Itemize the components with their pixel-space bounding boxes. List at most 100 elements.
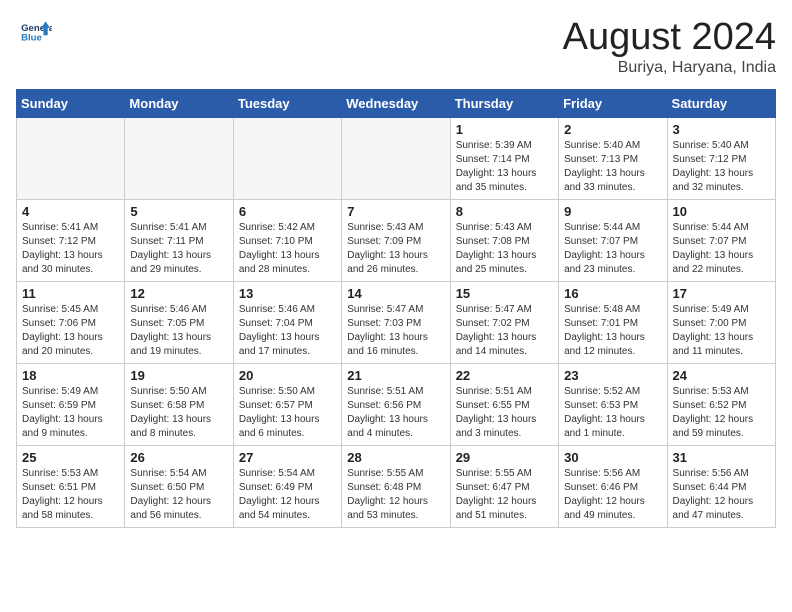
week-row-1: 1 Sunrise: 5:39 AM Sunset: 7:14 PM Daylig…: [17, 118, 776, 200]
calendar-cell: 9 Sunrise: 5:44 AM Sunset: 7:07 PM Daylig…: [559, 200, 667, 282]
calendar-cell: [233, 118, 341, 200]
logo-icon: General Blue: [20, 16, 52, 48]
calendar-cell: 19 Sunrise: 5:50 AM Sunset: 6:58 PM Dayli…: [125, 364, 233, 446]
week-row-3: 11 Sunrise: 5:45 AM Sunset: 7:06 PM Dayli…: [17, 282, 776, 364]
cell-info: Sunrise: 5:54 AM Sunset: 6:49 PM Dayligh…: [239, 467, 336, 523]
calendar-cell: 8Sunrise: 5:43 AM Sunset: 7:08 PM Daylig…: [450, 200, 558, 282]
cell-info: Sunrise: 5:40 AM Sunset: 7:12 PM Dayligh…: [673, 139, 770, 195]
cell-info: Sunrise: 5:48 AM Sunset: 7:01 PM Dayligh…: [564, 303, 661, 359]
calendar-cell: 18 Sunrise: 5:49 AM Sunset: 6:59 PM Dayli…: [17, 364, 125, 446]
day-number: 3: [673, 122, 770, 137]
day-number: 10: [673, 204, 770, 219]
cell-info: Sunrise: 5:39 AM Sunset: 7:14 PM Dayligh…: [456, 139, 553, 195]
calendar-cell: 4Sunrise: 5:41 AM Sunset: 7:12 PM Daylig…: [17, 200, 125, 282]
day-number: 28: [347, 450, 444, 465]
cell-info: Sunrise: 5:43 AM Sunset: 7:09 PM Dayligh…: [347, 221, 444, 277]
title-block: August 2024 Buriya, Haryana, India: [563, 16, 776, 77]
calendar-cell: 10Sunrise: 5:44 AM Sunset: 7:07 PM Dayli…: [667, 200, 775, 282]
location: Buriya, Haryana, India: [563, 59, 776, 77]
cell-info: Sunrise: 5:42 AM Sunset: 7:10 PM Dayligh…: [239, 221, 336, 277]
calendar-cell: 6 Sunrise: 5:42 AM Sunset: 7:10 PM Daylig…: [233, 200, 341, 282]
calendar-cell: 2Sunrise: 5:40 AM Sunset: 7:13 PM Daylig…: [559, 118, 667, 200]
day-number: 1: [456, 122, 553, 137]
day-number: 20: [239, 368, 336, 383]
day-number: 22: [456, 368, 553, 383]
cell-info: Sunrise: 5:53 AM Sunset: 6:51 PM Dayligh…: [22, 467, 119, 523]
calendar-cell: 26 Sunrise: 5:54 AM Sunset: 6:50 PM Dayli…: [125, 446, 233, 528]
weekday-header-monday: Monday: [125, 90, 233, 118]
day-number: 14: [347, 286, 444, 301]
cell-info: Sunrise: 5:40 AM Sunset: 7:13 PM Dayligh…: [564, 139, 661, 195]
day-number: 5: [130, 204, 227, 219]
weekday-header-tuesday: Tuesday: [233, 90, 341, 118]
cell-info: Sunrise: 5:46 AM Sunset: 7:05 PM Dayligh…: [130, 303, 227, 359]
calendar-cell: 17 Sunrise: 5:49 AM Sunset: 7:00 PM Dayli…: [667, 282, 775, 364]
cell-info: Sunrise: 5:43 AM Sunset: 7:08 PM Dayligh…: [456, 221, 553, 277]
cell-info: Sunrise: 5:54 AM Sunset: 6:50 PM Dayligh…: [130, 467, 227, 523]
calendar-cell: 24Sunrise: 5:53 AM Sunset: 6:52 PM Dayli…: [667, 364, 775, 446]
day-number: 13: [239, 286, 336, 301]
cell-info: Sunrise: 5:47 AM Sunset: 7:02 PM Dayligh…: [456, 303, 553, 359]
calendar-cell: 15 Sunrise: 5:47 AM Sunset: 7:02 PM Dayli…: [450, 282, 558, 364]
day-number: 11: [22, 286, 119, 301]
logo: General Blue: [16, 16, 52, 48]
day-number: 9: [564, 204, 661, 219]
cell-info: Sunrise: 5:46 AM Sunset: 7:04 PM Dayligh…: [239, 303, 336, 359]
cell-info: Sunrise: 5:55 AM Sunset: 6:48 PM Dayligh…: [347, 467, 444, 523]
day-number: 25: [22, 450, 119, 465]
weekday-header-saturday: Saturday: [667, 90, 775, 118]
cell-info: Sunrise: 5:56 AM Sunset: 6:44 PM Dayligh…: [673, 467, 770, 523]
cell-info: Sunrise: 5:41 AM Sunset: 7:12 PM Dayligh…: [22, 221, 119, 277]
calendar-cell: 11 Sunrise: 5:45 AM Sunset: 7:06 PM Dayli…: [17, 282, 125, 364]
calendar-cell: 22 Sunrise: 5:51 AM Sunset: 6:55 PM Dayli…: [450, 364, 558, 446]
weekday-header-row: SundayMondayTuesdayWednesdayThursdayFrid…: [17, 90, 776, 118]
day-number: 30: [564, 450, 661, 465]
cell-info: Sunrise: 5:51 AM Sunset: 6:55 PM Dayligh…: [456, 385, 553, 441]
day-number: 16: [564, 286, 661, 301]
day-number: 15: [456, 286, 553, 301]
weekday-header-friday: Friday: [559, 90, 667, 118]
calendar-cell: 29 Sunrise: 5:55 AM Sunset: 6:47 PM Dayli…: [450, 446, 558, 528]
cell-info: Sunrise: 5:49 AM Sunset: 6:59 PM Dayligh…: [22, 385, 119, 441]
cell-info: Sunrise: 5:55 AM Sunset: 6:47 PM Dayligh…: [456, 467, 553, 523]
day-number: 29: [456, 450, 553, 465]
day-number: 21: [347, 368, 444, 383]
calendar-cell: 31 Sunrise: 5:56 AM Sunset: 6:44 PM Dayli…: [667, 446, 775, 528]
cell-info: Sunrise: 5:53 AM Sunset: 6:52 PM Dayligh…: [673, 385, 770, 441]
weekday-header-sunday: Sunday: [17, 90, 125, 118]
cell-info: Sunrise: 5:45 AM Sunset: 7:06 PM Dayligh…: [22, 303, 119, 359]
day-number: 12: [130, 286, 227, 301]
day-number: 23: [564, 368, 661, 383]
calendar-cell: 27 Sunrise: 5:54 AM Sunset: 6:49 PM Dayli…: [233, 446, 341, 528]
calendar-cell: 20 Sunrise: 5:50 AM Sunset: 6:57 PM Dayli…: [233, 364, 341, 446]
day-number: 19: [130, 368, 227, 383]
day-number: 26: [130, 450, 227, 465]
calendar-cell: 7Sunrise: 5:43 AM Sunset: 7:09 PM Daylig…: [342, 200, 450, 282]
calendar-cell: 25 Sunrise: 5:53 AM Sunset: 6:51 PM Dayli…: [17, 446, 125, 528]
cell-info: Sunrise: 5:52 AM Sunset: 6:53 PM Dayligh…: [564, 385, 661, 441]
day-number: 17: [673, 286, 770, 301]
cell-info: Sunrise: 5:50 AM Sunset: 6:57 PM Dayligh…: [239, 385, 336, 441]
cell-info: Sunrise: 5:44 AM Sunset: 7:07 PM Dayligh…: [564, 221, 661, 277]
calendar-cell: 12 Sunrise: 5:46 AM Sunset: 7:05 PM Dayli…: [125, 282, 233, 364]
week-row-5: 25 Sunrise: 5:53 AM Sunset: 6:51 PM Dayli…: [17, 446, 776, 528]
calendar-cell: [17, 118, 125, 200]
calendar-cell: 21Sunrise: 5:51 AM Sunset: 6:56 PM Dayli…: [342, 364, 450, 446]
calendar-cell: 30Sunrise: 5:56 AM Sunset: 6:46 PM Dayli…: [559, 446, 667, 528]
cell-info: Sunrise: 5:49 AM Sunset: 7:00 PM Dayligh…: [673, 303, 770, 359]
day-number: 31: [673, 450, 770, 465]
calendar-cell: 14 Sunrise: 5:47 AM Sunset: 7:03 PM Dayli…: [342, 282, 450, 364]
calendar-cell: 23 Sunrise: 5:52 AM Sunset: 6:53 PM Dayli…: [559, 364, 667, 446]
day-number: 18: [22, 368, 119, 383]
week-row-2: 4Sunrise: 5:41 AM Sunset: 7:12 PM Daylig…: [17, 200, 776, 282]
month-title: August 2024: [563, 16, 776, 59]
cell-info: Sunrise: 5:50 AM Sunset: 6:58 PM Dayligh…: [130, 385, 227, 441]
day-number: 6: [239, 204, 336, 219]
svg-text:Blue: Blue: [21, 33, 42, 44]
calendar-cell: [342, 118, 450, 200]
calendar-cell: 13 Sunrise: 5:46 AM Sunset: 7:04 PM Dayli…: [233, 282, 341, 364]
day-number: 27: [239, 450, 336, 465]
cell-info: Sunrise: 5:47 AM Sunset: 7:03 PM Dayligh…: [347, 303, 444, 359]
weekday-header-wednesday: Wednesday: [342, 90, 450, 118]
calendar-cell: 3 Sunrise: 5:40 AM Sunset: 7:12 PM Daylig…: [667, 118, 775, 200]
